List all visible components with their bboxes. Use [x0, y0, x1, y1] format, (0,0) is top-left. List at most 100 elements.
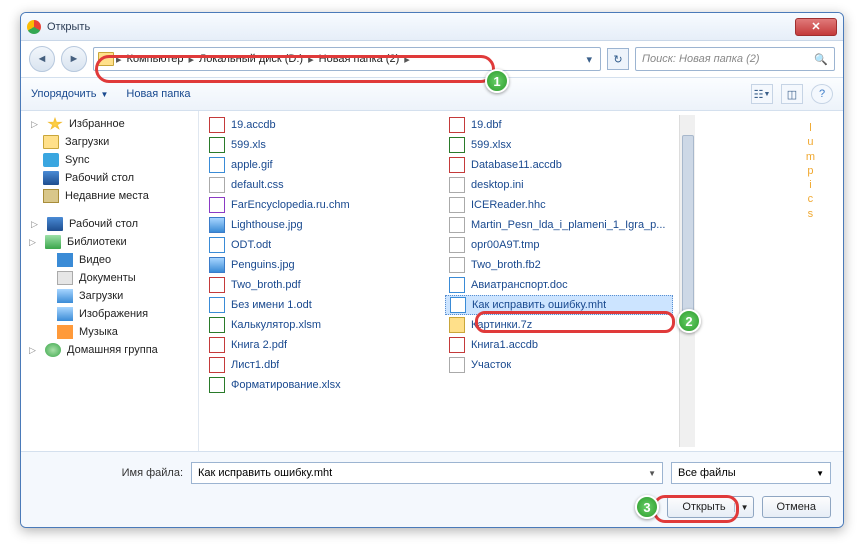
- file-name: default.css: [231, 179, 284, 191]
- sidebar-item-video[interactable]: Видео: [21, 251, 198, 269]
- file-item[interactable]: Калькулятор.xlsm: [205, 315, 433, 335]
- file-icon: [209, 357, 225, 373]
- sidebar-homegroup[interactable]: ▷Домашняя группа: [21, 341, 198, 359]
- sidebar: ▷Избранное Загрузки Sync Рабочий стол Не…: [21, 111, 199, 451]
- file-item[interactable]: desktop.ini: [445, 175, 673, 195]
- file-name: apple.gif: [231, 159, 273, 171]
- sidebar-item-sync[interactable]: Sync: [21, 151, 198, 169]
- file-item[interactable]: apple.gif: [205, 155, 433, 175]
- file-item[interactable]: ODT.odt: [205, 235, 433, 255]
- file-name: Lighthouse.jpg: [231, 219, 303, 231]
- new-folder-button[interactable]: Новая папка: [126, 88, 190, 100]
- file-name: Лист1.dbf: [231, 359, 279, 371]
- sidebar-item-desktop[interactable]: Рабочий стол: [21, 169, 198, 187]
- folder-icon: [43, 135, 59, 149]
- desktop-icon: [47, 217, 63, 231]
- file-name: 19.dbf: [471, 119, 502, 131]
- address-bar[interactable]: ▸ Компьютер ▸ Локальный диск (D:) ▸ Нова…: [93, 47, 601, 71]
- file-item[interactable]: Книга1.accdb: [445, 335, 673, 355]
- file-item[interactable]: 19.accdb: [205, 115, 433, 135]
- file-item[interactable]: Лист1.dbf: [205, 355, 433, 375]
- file-item[interactable]: 19.dbf: [445, 115, 673, 135]
- chevron-right-icon: ▸: [404, 53, 410, 66]
- annotation-badge-2: 2: [677, 309, 701, 333]
- close-button[interactable]: ✕: [795, 18, 837, 36]
- file-name: Penguins.jpg: [231, 259, 295, 271]
- file-item[interactable]: FarEncyclopedia.ru.chm: [205, 195, 433, 215]
- open-button[interactable]: Открыть▼: [667, 496, 753, 518]
- filename-input[interactable]: Как исправить ошибку.mht▼: [191, 462, 663, 484]
- scroll-thumb[interactable]: [682, 135, 694, 315]
- file-icon: [449, 137, 465, 153]
- sidebar-item-music[interactable]: Музыка: [21, 323, 198, 341]
- chrome-icon: [27, 20, 41, 34]
- file-item[interactable]: Martin_Pesn_lda_i_plameni_1_Igra_p...: [445, 215, 673, 235]
- file-item[interactable]: default.css: [205, 175, 433, 195]
- file-item[interactable]: Penguins.jpg: [205, 255, 433, 275]
- sync-icon: [43, 153, 59, 167]
- file-item[interactable]: Книга 2.pdf: [205, 335, 433, 355]
- chevron-right-icon: ▸: [188, 53, 194, 66]
- sidebar-item-downloads[interactable]: Загрузки: [21, 133, 198, 151]
- file-icon: [449, 277, 465, 293]
- refresh-button[interactable]: ↻: [607, 48, 629, 70]
- sidebar-item-documents[interactable]: Документы: [21, 269, 198, 287]
- search-input[interactable]: Поиск: Новая папка (2) 🔍: [635, 47, 835, 71]
- filetype-filter[interactable]: Все файлы▼: [671, 462, 831, 484]
- sidebar-item-recent[interactable]: Недавние места: [21, 187, 198, 205]
- file-icon: [449, 197, 465, 213]
- file-icon: [449, 337, 465, 353]
- file-item[interactable]: Lighthouse.jpg: [205, 215, 433, 235]
- breadcrumb-item[interactable]: Локальный диск (D:): [196, 53, 306, 65]
- file-item[interactable]: 599.xls: [205, 135, 433, 155]
- file-item[interactable]: ICEReader.hhc: [445, 195, 673, 215]
- file-name: Без имени 1.odt: [231, 299, 312, 311]
- star-icon: [47, 117, 63, 131]
- preview-pane-button[interactable]: ◫: [781, 84, 803, 104]
- view-options-button[interactable]: ☷ ▼: [751, 84, 773, 104]
- forward-button[interactable]: ►: [61, 46, 87, 72]
- file-item[interactable]: Участок: [445, 355, 673, 375]
- file-item[interactable]: Two_broth.pdf: [205, 275, 433, 295]
- breadcrumb-item[interactable]: Новая папка (2): [316, 53, 403, 65]
- sidebar-desktop-group[interactable]: ▷Рабочий стол: [21, 215, 198, 233]
- file-icon: [449, 177, 465, 193]
- file-name: 19.accdb: [231, 119, 276, 131]
- file-item[interactable]: Two_broth.fb2: [445, 255, 673, 275]
- sidebar-item-downloads2[interactable]: Загрузки: [21, 287, 198, 305]
- file-name: Форматирование.xlsx: [231, 379, 341, 391]
- file-item[interactable]: Форматирование.xlsx: [205, 375, 433, 395]
- file-name: FarEncyclopedia.ru.chm: [231, 199, 350, 211]
- scrollbar[interactable]: [679, 115, 695, 447]
- file-column: 19.dbf 599.xlsxDatabase11.accdbdesktop.in…: [439, 115, 679, 447]
- file-column: 19.accdb 599.xls apple.gif default.css FarEn…: [199, 115, 439, 447]
- file-name: ICEReader.hhc: [471, 199, 546, 211]
- sidebar-favorites[interactable]: ▷Избранное: [21, 115, 198, 133]
- sidebar-libraries[interactable]: ▷Библиотеки: [21, 233, 198, 251]
- file-name: Калькулятор.xlsm: [231, 319, 321, 331]
- picture-icon: [57, 307, 73, 321]
- file-icon: [209, 297, 225, 313]
- file-icon: [449, 317, 465, 333]
- file-icon: [450, 297, 466, 313]
- breadcrumb-item[interactable]: Компьютер: [124, 53, 187, 65]
- toolbar: Упорядочить▼ Новая папка ☷ ▼ ◫ ?: [21, 77, 843, 111]
- cancel-button[interactable]: Отмена: [762, 496, 831, 518]
- help-button[interactable]: ?: [811, 84, 833, 104]
- address-dropdown[interactable]: ▾: [582, 53, 596, 66]
- file-item[interactable]: Картинки.7z: [445, 315, 673, 335]
- file-icon: [209, 337, 225, 353]
- file-item[interactable]: Авиатранспорт.doc: [445, 275, 673, 295]
- file-item[interactable]: Как исправить ошибку.mht: [445, 295, 673, 315]
- sidebar-item-pictures[interactable]: Изображения: [21, 305, 198, 323]
- back-button[interactable]: ◄: [29, 46, 55, 72]
- file-item[interactable]: 599.xlsx: [445, 135, 673, 155]
- filename-label: Имя файла:: [33, 467, 183, 479]
- organize-menu[interactable]: Упорядочить▼: [31, 88, 108, 100]
- file-item[interactable]: Без имени 1.odt: [205, 295, 433, 315]
- file-icon: [209, 277, 225, 293]
- file-item[interactable]: opr00A9T.tmp: [445, 235, 673, 255]
- file-item[interactable]: Database11.accdb: [445, 155, 673, 175]
- file-icon: [209, 157, 225, 173]
- file-icon: [209, 237, 225, 253]
